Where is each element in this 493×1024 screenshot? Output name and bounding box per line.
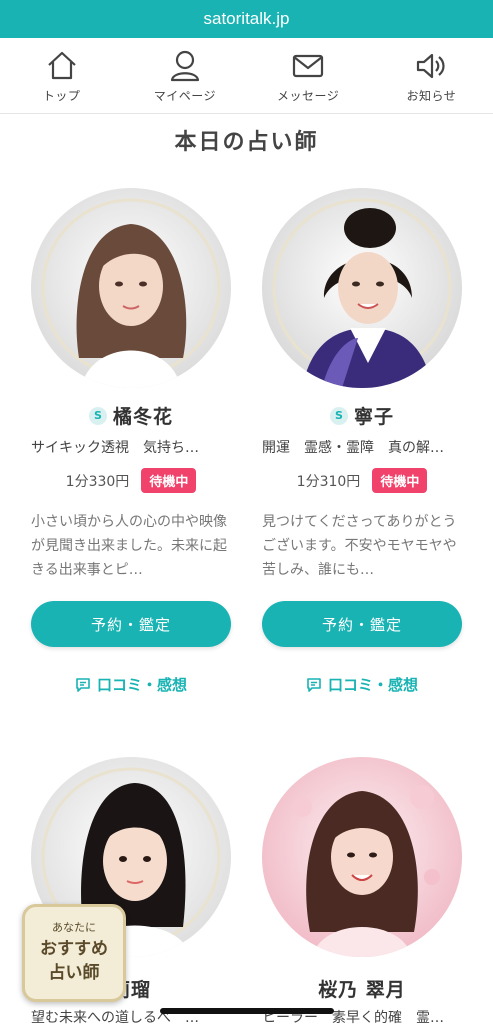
name-row: S 寧子 <box>262 402 462 429</box>
user-icon <box>170 50 199 82</box>
home-icon <box>47 51 76 80</box>
recommend-badge-title: おすすめ 占い師 <box>25 937 123 985</box>
nav-item-news[interactable]: お知らせ <box>370 38 493 113</box>
nav-label-news: お知らせ <box>406 89 457 103</box>
fortune-teller-card: S 寧子 開運 霊感・霊障 真の解… 1分310円 待機中 見つけてくださってあ… <box>262 188 462 708</box>
category-tags: サイキック透視 気持ち… <box>31 440 199 456</box>
speaker-icon <box>417 53 445 79</box>
nav-item-top[interactable]: トップ <box>0 38 123 113</box>
recommend-badge-line1: おすすめ <box>40 939 108 959</box>
rank-badge: S <box>88 406 107 425</box>
price: 1分310円 <box>296 473 361 490</box>
price-row: 1分330円 待機中 <box>31 468 231 493</box>
description: 見つけてくださってありがとうございます。不安やモヤモヤや苦しみ、誰にも… <box>262 514 457 578</box>
fortune-teller-name[interactable]: 橘冬花 <box>113 402 173 429</box>
nav-item-mypage[interactable]: マイページ <box>123 38 246 113</box>
avatar[interactable] <box>262 188 462 388</box>
nav-label-top: トップ <box>42 89 81 103</box>
nav-item-message[interactable]: メッセージ <box>247 38 370 113</box>
home-indicator <box>160 1008 334 1014</box>
url-text: satoritalk.jp <box>203 9 290 28</box>
fortune-teller-name[interactable]: 寧子 <box>354 402 394 429</box>
comment-icon <box>76 677 90 692</box>
mail-icon <box>293 54 324 78</box>
rank-badge: S <box>329 406 348 425</box>
nav-label-mypage: マイページ <box>153 89 216 103</box>
name-row: S 橘冬花 <box>31 402 231 429</box>
avatar[interactable] <box>262 757 462 957</box>
section-title: 本日の占い師 <box>174 130 319 155</box>
recommend-badge-small: あなたに <box>52 921 96 934</box>
name-row: 桜乃 翠月 <box>262 975 462 1002</box>
description: 小さい頃から人の心の中や映像が見聞き出来ました。未来に起きる出来事とピ… <box>31 514 227 578</box>
review-link[interactable]: 口コミ・感想 <box>31 674 231 695</box>
top-nav: トップ マイページ メッセージ お知らせ <box>0 38 493 114</box>
avatar[interactable] <box>31 188 231 388</box>
book-button[interactable]: 予約・鑑定 <box>262 601 462 647</box>
book-button[interactable]: 予約・鑑定 <box>31 601 231 647</box>
status-badge: 待機中 <box>372 468 428 493</box>
price-row: 1分310円 待機中 <box>262 468 462 493</box>
fortune-teller-card: 桜乃 翠月 ヒーラー 素早く的確 霊… <box>262 757 462 1024</box>
review-label: 口コミ・感想 <box>327 676 418 694</box>
fortune-teller-card: S 橘冬花 サイキック透視 気持ち… 1分330円 待機中 小さい頃から人の心の… <box>31 188 231 708</box>
review-label: 口コミ・感想 <box>96 676 187 694</box>
recommend-badge-line2: 占い師 <box>48 963 100 983</box>
review-link[interactable]: 口コミ・感想 <box>262 674 462 695</box>
comment-icon <box>307 677 321 692</box>
recommend-badge[interactable]: あなたに おすすめ 占い師 <box>22 904 126 1002</box>
price: 1分330円 <box>65 473 130 490</box>
nav-label-message: メッセージ <box>276 89 340 103</box>
fortune-teller-name[interactable]: 桜乃 翠月 <box>318 975 406 1002</box>
url-bar[interactable]: satoritalk.jp <box>0 0 493 38</box>
category-tags: 開運 霊感・霊障 真の解… <box>262 440 444 456</box>
status-badge: 待機中 <box>141 468 197 493</box>
